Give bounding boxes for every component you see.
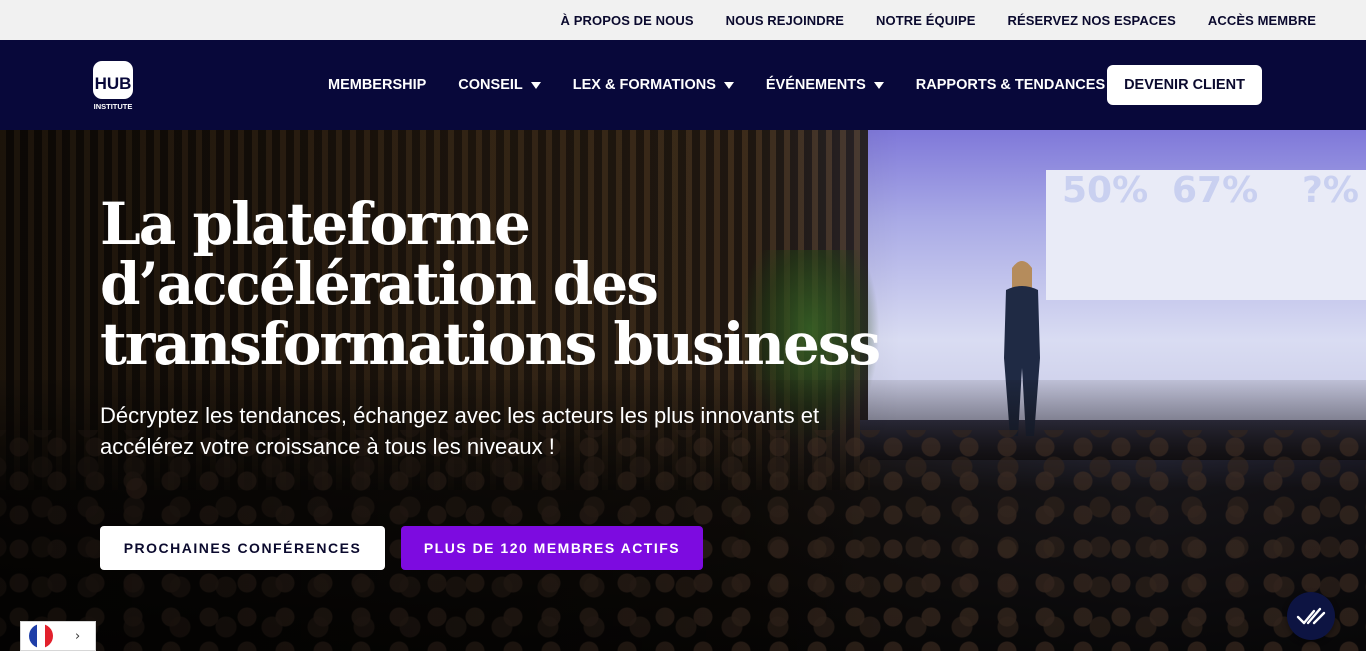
slide-stat: ?% [1302,170,1359,211]
nav-label: CONSEIL [458,77,523,93]
slide-stat: 50% [1062,170,1149,211]
accessibility-widget-button[interactable] [1287,592,1335,640]
france-flag-icon [29,624,53,648]
headline-line: d’accélération des [100,250,659,318]
nav-item-lex-formations[interactable]: LEX & FORMATIONS [573,77,734,93]
hero-subline: Décryptez les tendances, échangez avec l… [100,403,820,459]
nav-label: LEX & FORMATIONS [572,77,716,93]
nav-item-rapports-tendances[interactable]: RAPPORTS & TENDANCES [915,77,1124,93]
svg-text:HUB: HUB [95,74,132,93]
hub-institute-logo[interactable]: HUB INSTITUTE [92,60,134,112]
hero-headline: La plateforme d’accélération des transfo… [100,194,900,374]
link-notre-equipe[interactable]: NOTRE ÉQUIPE [876,13,975,28]
nav-label: RAPPORTS & TENDANCES [915,77,1106,93]
link-a-propos[interactable]: À PROPOS DE NOUS [561,13,694,28]
primary-menu: MEMBERSHIP CONSEIL LEX & FORMATIONS ÉVÉN… [328,40,1124,130]
devenir-client-button[interactable]: DEVENIR CLIENT [1107,65,1262,105]
headline-line: transformations business [100,310,881,378]
nav-item-membership[interactable]: MEMBERSHIP [328,77,426,93]
nav-item-evenements[interactable]: ÉVÉNEMENTS [766,77,884,93]
membres-actifs-button[interactable]: PLUS DE 120 MEMBRES ACTIFS [401,526,703,570]
caret-down-icon [530,81,541,89]
main-navigation: HUB INSTITUTE MEMBERSHIP CONSEIL LEX & F… [0,40,1366,130]
double-check-icon [1296,607,1326,625]
nav-label: ÉVÉNEMENTS [765,77,866,93]
utility-bar: À PROPOS DE NOUS NOUS REJOINDRE NOTRE ÉQ… [0,0,1366,40]
slide-stat: 67% [1172,170,1259,211]
prochaines-conferences-button[interactable]: PROCHAINES CONFÉRENCES [100,526,385,570]
svg-text:INSTITUTE: INSTITUTE [94,102,133,111]
link-reservez-espaces[interactable]: RÉSERVEZ NOS ESPACES [1007,13,1175,28]
link-acces-membre[interactable]: ACCÈS MEMBRE [1208,13,1316,28]
chevron-right-icon: › [75,628,81,644]
caret-down-icon [873,81,884,89]
language-selector[interactable]: › [20,621,96,651]
headline-line: La plateforme [100,190,531,258]
link-nous-rejoindre[interactable]: NOUS REJOINDRE [726,13,844,28]
nav-item-conseil[interactable]: CONSEIL [458,77,541,93]
nav-label: MEMBERSHIP [328,77,427,93]
caret-down-icon [723,81,734,89]
